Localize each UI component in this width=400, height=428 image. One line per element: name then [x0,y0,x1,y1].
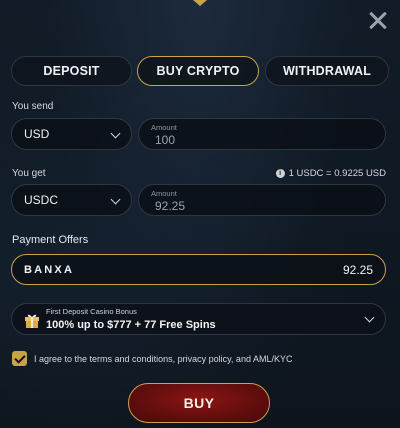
get-currency-select[interactable]: USDC [11,184,132,216]
chevron-down-icon [364,312,375,323]
get-amount-input[interactable]: Amount 92.25 [138,184,386,216]
info-icon: i [275,169,285,178]
buy-button[interactable]: BUY [128,383,270,423]
bonus-text: 100% up to $777 + 77 Free Spins [46,319,216,331]
payment-offer-banxa[interactable]: BANXA 92.25 [11,254,386,285]
send-amount-caption: Amount [151,123,177,132]
send-currency-select[interactable]: USD [11,118,132,150]
get-currency-value: USDC [24,193,59,207]
get-amount-caption: Amount [151,189,177,198]
send-currency-value: USD [24,127,50,141]
tab-buy-crypto[interactable]: BUY CRYPTO [137,56,259,86]
send-amount-input[interactable]: Amount 100 [138,118,386,150]
offer-price: 92.25 [342,263,373,277]
tab-deposit[interactable]: DEPOSIT [11,56,132,86]
get-amount-value: 92.25 [155,199,186,213]
bonus-caption: First Deposit Casino Bonus [46,307,137,316]
top-ornament [193,0,207,6]
payment-offers-label: Payment Offers [12,234,89,246]
close-icon[interactable] [366,9,390,33]
exchange-rate: i 1 USDC = 0.9225 USD [275,168,386,179]
chevron-down-icon [110,194,121,205]
you-get-label: You get [12,168,46,179]
send-amount-value: 100 [155,133,176,147]
banxa-logo: BANXA [24,264,75,276]
you-send-label: You send [12,101,54,112]
agreement-text: I agree to the terms and conditions, pri… [34,353,293,364]
exchange-rate-text: 1 USDC = 0.9225 USD [288,168,386,179]
bonus-select[interactable]: First Deposit Casino Bonus 100% up to $7… [11,303,386,335]
agree-checkbox[interactable] [12,351,27,366]
tab-withdrawal[interactable]: WITHDRAWAL [265,56,389,86]
agreement-row: I agree to the terms and conditions, pri… [12,351,292,366]
chevron-down-icon [110,128,121,139]
gift-icon [24,312,40,328]
tab-bar: DEPOSIT BUY CRYPTO WITHDRAWAL [11,56,389,86]
